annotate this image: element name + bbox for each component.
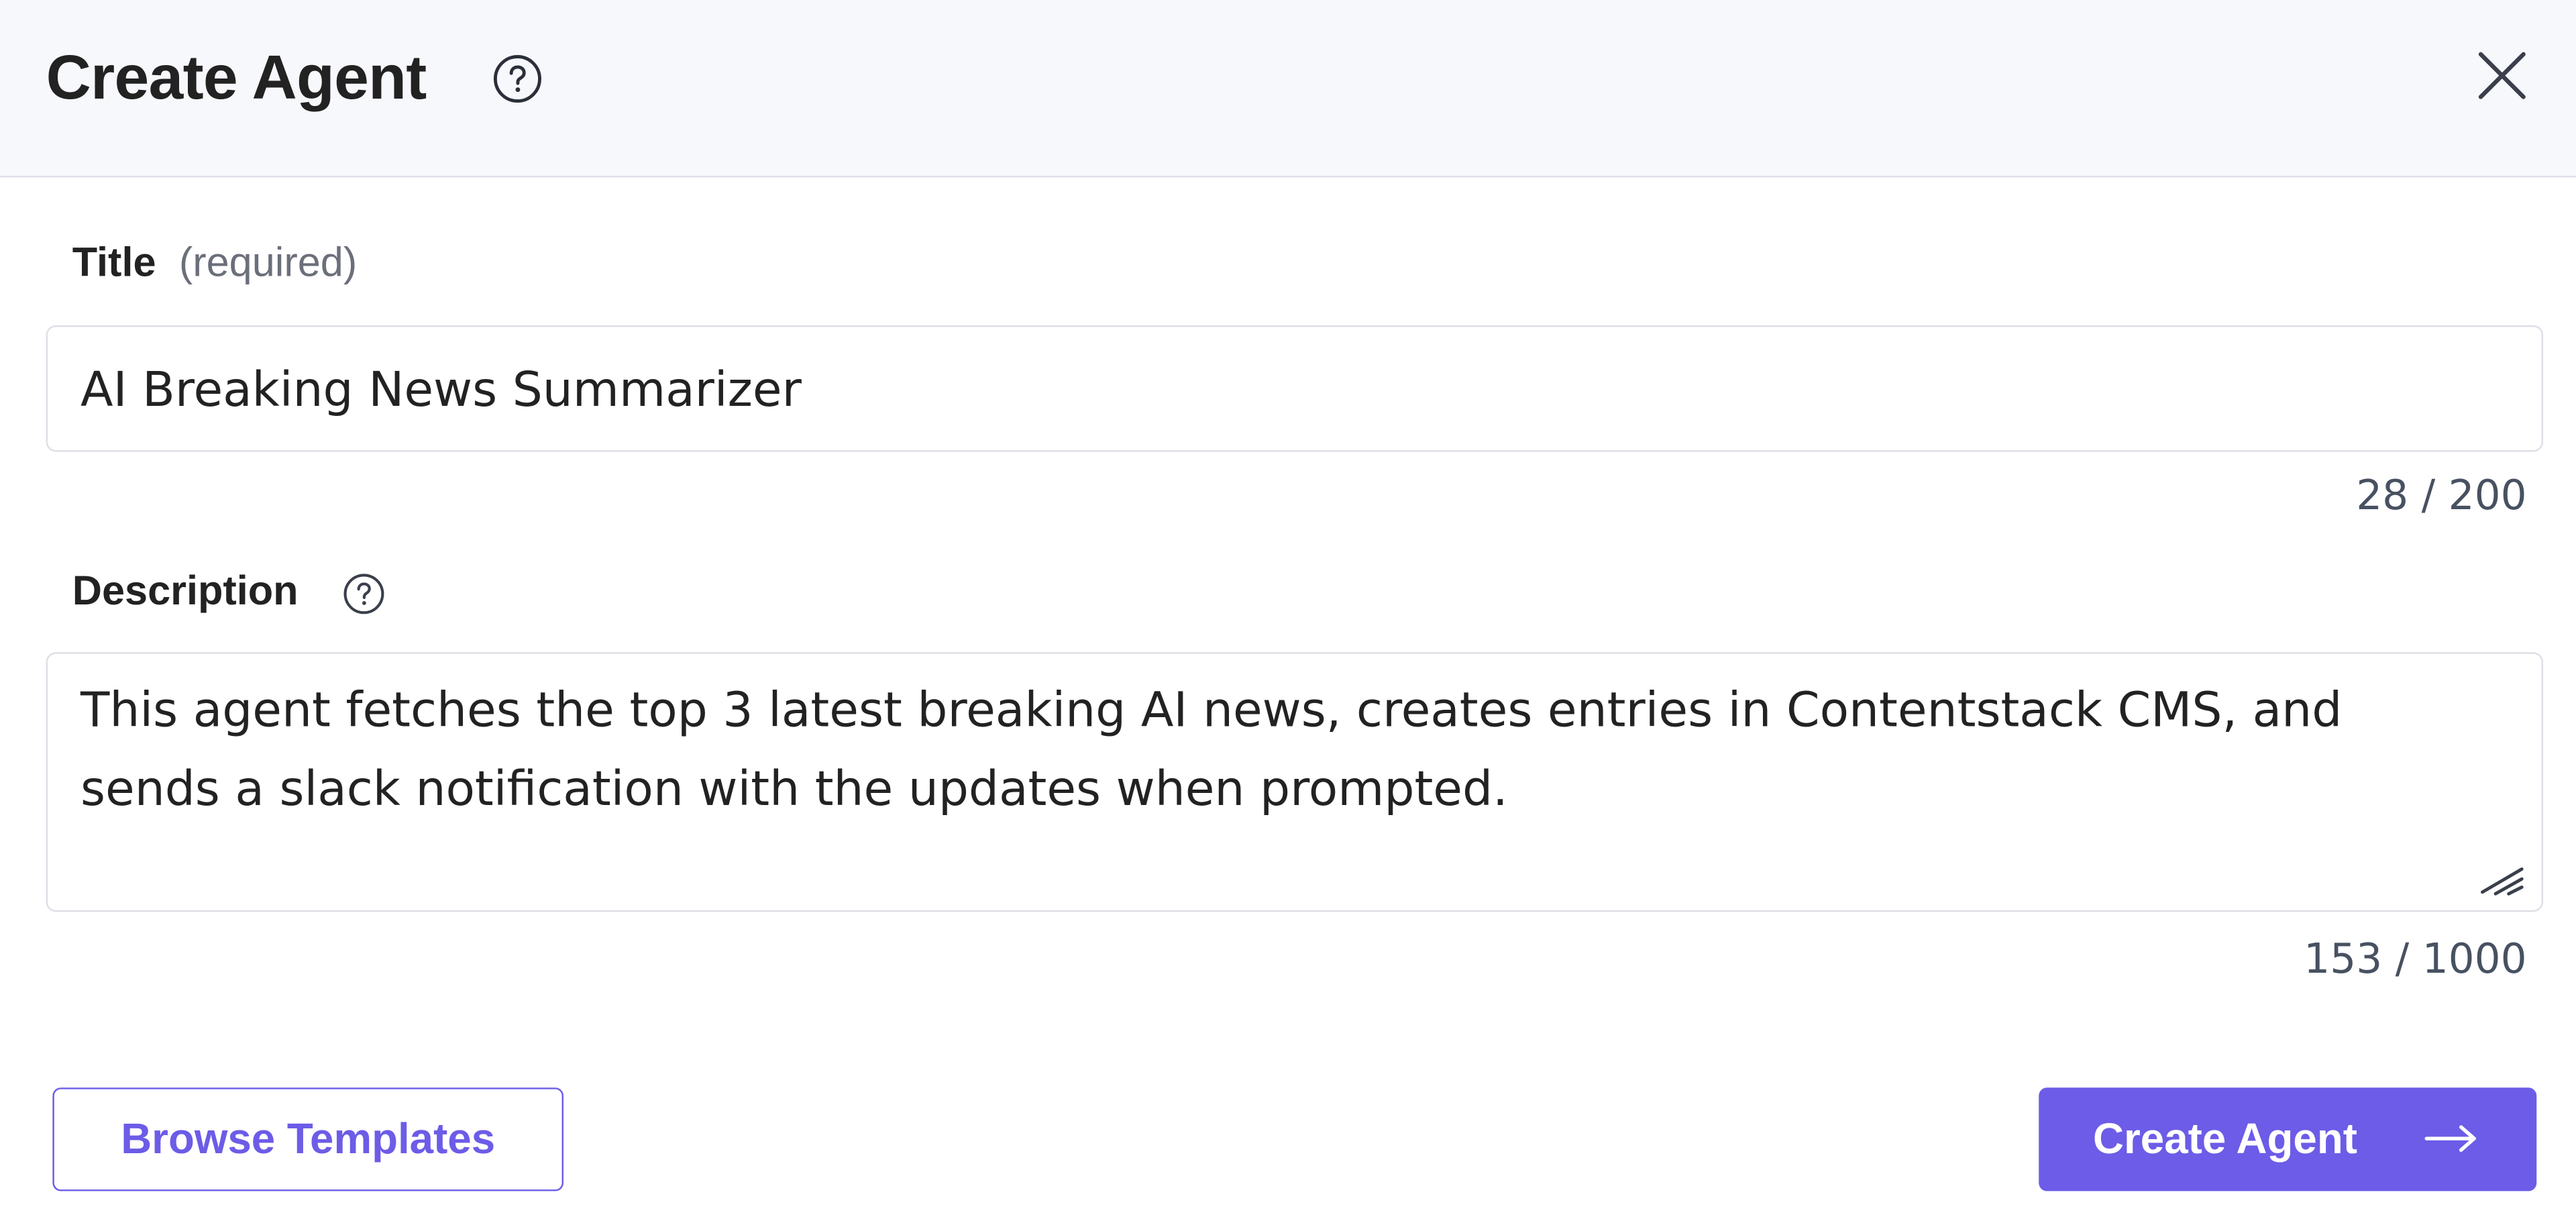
title-char-counter: 28 / 200	[2356, 471, 2527, 519]
description-textarea[interactable]: This agent fetches the top 3 latest brea…	[46, 652, 2544, 912]
resize-grip-icon[interactable]	[2479, 864, 2526, 897]
title-label: Title	[72, 239, 156, 286]
title-required-hint: (required)	[178, 239, 358, 286]
create-agent-dialog: Create Agent Title (required) AI Breaking…	[0, 0, 2576, 1229]
description-label: Description	[72, 568, 299, 614]
help-icon[interactable]	[491, 52, 543, 105]
title-input[interactable]: AI Breaking News Summarizer	[46, 325, 2544, 452]
description-label-row: Description	[72, 567, 299, 616]
dialog-title: Create Agent	[46, 44, 427, 113]
browse-templates-button[interactable]: Browse Templates	[52, 1087, 564, 1191]
close-icon[interactable]	[2473, 46, 2532, 105]
create-agent-button[interactable]: Create Agent	[2039, 1087, 2537, 1191]
arrow-right-icon	[2424, 1125, 2476, 1152]
title-label-row: Title (required)	[72, 238, 357, 287]
create-agent-button-label: Create Agent	[2093, 1114, 2357, 1163]
description-text: This agent fetches the top 3 latest brea…	[80, 682, 2343, 817]
description-help-icon[interactable]	[341, 572, 386, 616]
dialog-header: Create Agent	[0, 0, 2576, 178]
description-char-counter: 153 / 1000	[2304, 934, 2527, 983]
